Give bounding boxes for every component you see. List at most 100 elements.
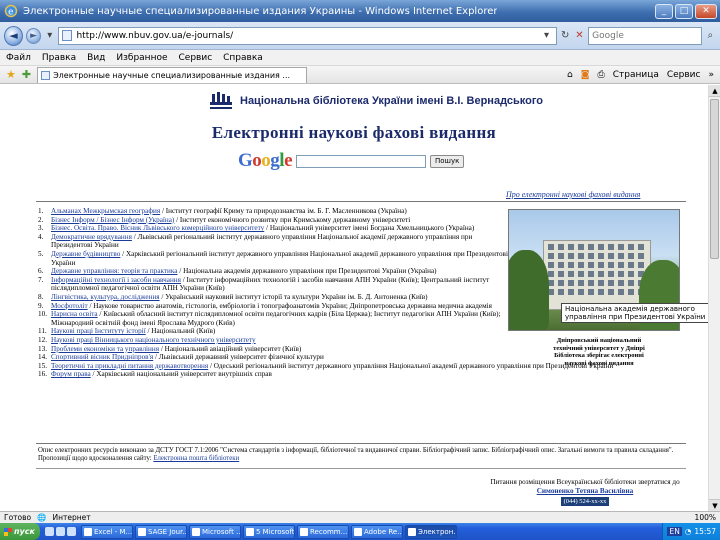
- footer-email-link[interactable]: Електронна пошта бібліотеки: [153, 455, 239, 462]
- menu-view[interactable]: Вид: [87, 53, 105, 63]
- back-button[interactable]: ◄: [4, 25, 23, 46]
- journal-link[interactable]: Інформаційні технології і засоби навчанн…: [51, 276, 181, 284]
- refresh-icon[interactable]: ↻: [560, 30, 571, 41]
- scroll-up-icon[interactable]: ▲: [709, 85, 720, 97]
- search-box[interactable]: [588, 26, 702, 45]
- tray-clock: 15:57: [694, 527, 716, 536]
- journal-entry: Форум права / Харківський національний у…: [51, 370, 508, 379]
- menu-help[interactable]: Справка: [223, 53, 263, 63]
- quick-launch-icon[interactable]: [67, 527, 76, 536]
- journal-link[interactable]: Наукові праці Інституту історії: [51, 327, 146, 335]
- app-icon: [84, 527, 92, 536]
- start-button[interactable]: пуск: [0, 523, 40, 540]
- search-icon[interactable]: ⌕: [705, 30, 716, 41]
- journal-link[interactable]: Державне управління: теорія та практика: [51, 267, 177, 275]
- address-bar[interactable]: http://www.nbuv.gov.ua/e-journals/ ▾: [58, 26, 557, 45]
- more-chevron-icon[interactable]: »: [708, 70, 714, 80]
- journal-entry: Наукові праці Інституту історії / Націон…: [51, 327, 508, 336]
- footer-credit: Питання розміщення Всеукраїнської бібліо…: [480, 478, 690, 506]
- journal-link[interactable]: Спортивний вісник Придніпров'я: [51, 353, 153, 361]
- forward-button[interactable]: ►: [25, 27, 42, 44]
- search-input[interactable]: [592, 30, 698, 41]
- journal-link[interactable]: Наукові праці Вінницького національного …: [51, 336, 256, 344]
- stop-icon[interactable]: ✕: [574, 30, 585, 41]
- maximize-button[interactable]: □: [675, 3, 693, 19]
- journal-list-item: 5. Державне будівництво / Харківський рег…: [38, 250, 508, 267]
- taskbar-button[interactable]: 5 Microsoft...: [243, 524, 295, 539]
- address-dropdown-icon[interactable]: ▾: [541, 30, 553, 41]
- menu-favorites[interactable]: Избранное: [116, 53, 167, 63]
- journal-link[interactable]: Теоретичні та прикладні питання державот…: [51, 362, 208, 370]
- journal-link[interactable]: Нарисна освіта: [51, 310, 98, 318]
- about-journals-link[interactable]: Про електронні наукові фахові видання: [506, 190, 640, 199]
- journal-entry: Бізнес. Освіта. Право. Вісник Львівськог…: [51, 224, 508, 233]
- taskbar-button[interactable]: Adobe Re...: [351, 524, 403, 539]
- command-bar: ★ ✚ Электронные научные специализированн…: [0, 66, 720, 84]
- menu-tools[interactable]: Сервис: [179, 53, 213, 63]
- url-text[interactable]: http://www.nbuv.gov.ua/e-journals/: [76, 31, 536, 41]
- journal-link[interactable]: Державне будівництво: [51, 250, 120, 258]
- app-icon: [138, 527, 146, 536]
- zoom-level[interactable]: 100%: [695, 513, 716, 522]
- tools-menu[interactable]: Сервис: [667, 70, 701, 80]
- print-icon[interactable]: ⎙: [598, 70, 605, 80]
- taskbar-button[interactable]: Excel - M...: [81, 524, 133, 539]
- page-title: Електронні наукові фахові видання: [211, 123, 497, 142]
- google-search-button[interactable]: Пошук: [430, 154, 465, 168]
- browser-tab[interactable]: Электронные научные специализированные и…: [37, 66, 308, 83]
- journal-link[interactable]: Альманах Межкрымская география: [51, 207, 160, 215]
- home-icon[interactable]: ⌂: [567, 70, 573, 80]
- taskbar-button[interactable]: Электрон...: [405, 524, 457, 539]
- footer-divider-2: [36, 468, 686, 469]
- journal-link[interactable]: Демократичне врядування: [51, 233, 132, 241]
- scroll-down-icon[interactable]: ▼: [709, 499, 720, 511]
- dropdown-arrow-icon[interactable]: ▾: [44, 30, 55, 41]
- start-label: пуск: [14, 527, 35, 536]
- minimize-button[interactable]: _: [655, 3, 673, 19]
- scroll-thumb[interactable]: [710, 99, 719, 259]
- zone-text: Интернет: [52, 513, 91, 522]
- language-indicator[interactable]: EN: [667, 527, 682, 536]
- google-search-input[interactable]: [296, 154, 426, 168]
- journal-list: 1. Альманах Межкрымская география / Інсти…: [38, 207, 613, 379]
- journal-number: 13.: [38, 344, 47, 353]
- journal-link[interactable]: Бізнес Інформ / Бізнес Інформ (Україна): [51, 216, 174, 224]
- journal-entry: Бізнес Інформ / Бізнес Інформ (Україна) …: [51, 216, 508, 225]
- taskbar-button[interactable]: SAGE Jour...: [135, 524, 187, 539]
- google-search: Google Пошук: [238, 150, 465, 172]
- journal-link[interactable]: Лінгвістика, культура, дослідження: [51, 293, 160, 301]
- journal-entry: Наукові праці Вінницького національного …: [51, 336, 508, 345]
- credit-author-link[interactable]: Симоненко Тетяна Василівна: [480, 487, 690, 496]
- journal-list-item: 2. Бізнес Інформ / Бізнес Інформ (Україна…: [38, 216, 508, 225]
- journal-link[interactable]: Бізнес. Освіта. Право. Вісник Львівськог…: [51, 224, 264, 232]
- taskbar-button-label: Adobe Re...: [364, 527, 403, 536]
- library-name[interactable]: Національна бібліотека України імені В.І…: [240, 95, 543, 107]
- taskbar-button[interactable]: Recomm...: [297, 524, 349, 539]
- menu-edit[interactable]: Правка: [42, 53, 76, 63]
- feeds-icon[interactable]: ◙: [581, 70, 590, 80]
- app-icon: [300, 527, 308, 536]
- app-icon: [408, 527, 416, 536]
- library-logo-icon: [210, 92, 232, 109]
- quick-launch-icon[interactable]: [45, 527, 54, 536]
- journal-entry: Спортивний вісник Придніпров'я / Львівсь…: [51, 353, 508, 362]
- journal-number: 6.: [38, 267, 44, 276]
- favorites-star-icon[interactable]: ★: [6, 68, 16, 81]
- close-button[interactable]: ✕: [695, 3, 717, 19]
- taskbar-button-label: 5 Microsoft...: [256, 527, 295, 536]
- taskbar-button[interactable]: Microsoft ...: [189, 524, 241, 539]
- journal-number: 12.: [38, 335, 47, 344]
- window-title-bar: e Электронные научные специализированные…: [0, 0, 720, 22]
- tray-icon[interactable]: ◔: [685, 527, 692, 536]
- journal-link[interactable]: Проблеми економіки та управління: [51, 345, 159, 353]
- journal-number: 9.: [38, 301, 44, 310]
- journal-link[interactable]: Мосфотоліт: [51, 302, 88, 310]
- menu-file[interactable]: Файл: [6, 53, 31, 63]
- vertical-scrollbar[interactable]: ▲ ▼: [708, 85, 720, 511]
- journal-entry: Державне будівництво / Харківський регіо…: [51, 250, 508, 267]
- status-text: Готово: [4, 513, 32, 522]
- add-favorites-icon[interactable]: ✚: [22, 68, 31, 81]
- page-menu[interactable]: Страница: [613, 70, 659, 80]
- quick-launch-icon[interactable]: [56, 527, 65, 536]
- journal-link[interactable]: Форум права: [51, 370, 91, 378]
